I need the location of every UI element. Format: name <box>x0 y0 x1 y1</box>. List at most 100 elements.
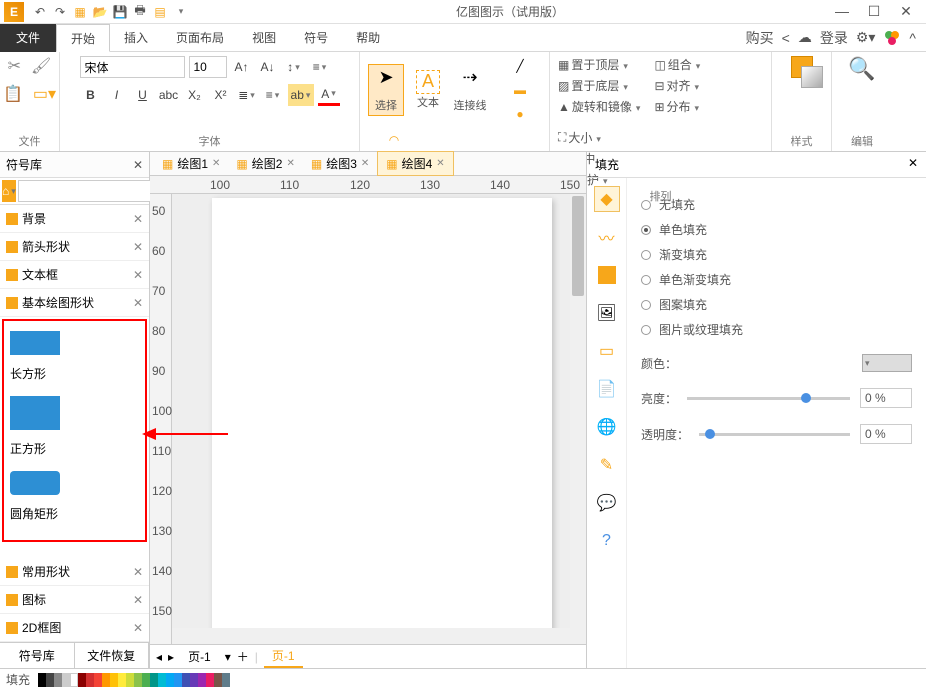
redo-icon[interactable]: ↷ <box>52 4 68 20</box>
shape-square[interactable]: 正方形 <box>10 396 139 457</box>
category-basic-shapes[interactable]: 基本绘图形状✕ <box>0 289 149 317</box>
close-button[interactable]: ✕ <box>896 3 916 20</box>
tool-text[interactable]: A文本 <box>410 70 446 110</box>
shapes-home-icon[interactable]: ⌂ <box>2 180 16 202</box>
brightness-slider[interactable] <box>687 397 850 400</box>
menu-help[interactable]: 帮助 <box>342 24 394 52</box>
highlight-icon[interactable]: ab <box>288 84 314 106</box>
page-next-icon[interactable]: ▸ <box>168 650 174 664</box>
color-swatches[interactable] <box>38 673 230 687</box>
vertical-scrollbar[interactable] <box>570 194 586 644</box>
share-icon[interactable]: < <box>782 30 790 46</box>
menu-page-layout[interactable]: 页面布局 <box>162 24 238 52</box>
drawing-page[interactable] <box>212 198 552 644</box>
page-add-icon[interactable]: ＋ <box>237 648 249 665</box>
strike-icon[interactable]: abc <box>158 84 180 106</box>
undo-icon[interactable]: ↶ <box>32 4 48 20</box>
save-icon[interactable]: 💾 <box>112 4 128 20</box>
font-size-input[interactable] <box>189 56 227 78</box>
prop-tab-fill-icon[interactable]: ◆ <box>594 186 620 212</box>
fill-option-none[interactable]: 无填充 <box>641 196 912 213</box>
shape-rounded-rect[interactable]: 圆角矩形 <box>10 471 139 522</box>
paste-icon[interactable]: ▭▾ <box>33 84 56 104</box>
superscript-icon[interactable]: X² <box>210 84 232 106</box>
brush-icon[interactable]: 🖌 <box>31 56 51 76</box>
increase-font-icon[interactable]: A↑ <box>231 56 253 78</box>
rotate-button[interactable]: ▲ 旋转和镜像 <box>558 98 640 115</box>
prop-tab-hyperlink-icon[interactable]: 🌐 <box>594 414 620 440</box>
doc-tab-4[interactable]: ▦绘图4✕ <box>377 151 453 176</box>
theme-icon[interactable] <box>883 29 901 47</box>
color-picker[interactable] <box>862 354 912 372</box>
subscript-icon[interactable]: X₂ <box>184 84 206 106</box>
clear-format-icon[interactable]: ≡ <box>309 56 331 78</box>
category-common[interactable]: 常用形状✕ <box>0 558 149 586</box>
ellipse-tool-icon[interactable]: ● <box>510 104 530 124</box>
bold-icon[interactable]: B <box>80 84 102 106</box>
prop-tab-shadow-icon[interactable] <box>594 262 620 288</box>
fill-option-gradient[interactable]: 渐变填充 <box>641 246 912 263</box>
decrease-font-icon[interactable]: A↓ <box>257 56 279 78</box>
bring-front-button[interactable]: ▦ 置于顶层 <box>558 56 640 73</box>
open-icon[interactable]: 📂 <box>92 4 108 20</box>
distribute-button[interactable]: ⊞ 分布 <box>654 98 700 115</box>
tool-connector[interactable]: ⇢连接线 <box>452 67 488 113</box>
line-tool-icon[interactable]: ╱ <box>510 56 530 76</box>
maximize-button[interactable]: ☐ <box>864 3 884 20</box>
shapes-panel-close-icon[interactable]: ✕ <box>133 158 143 172</box>
menu-insert[interactable]: 插入 <box>110 24 162 52</box>
font-color-icon[interactable]: A <box>318 84 340 106</box>
bullets-icon[interactable]: ≣ <box>236 84 258 106</box>
page-tab-active[interactable]: 页-1 <box>264 645 303 668</box>
opacity-slider[interactable] <box>699 433 850 436</box>
new-icon[interactable]: ▦ <box>72 4 88 20</box>
category-textbox[interactable]: 文本框✕ <box>0 261 149 289</box>
print-icon[interactable]: 🖶 <box>132 4 148 20</box>
fill-option-solid-gradient[interactable]: 单色渐变填充 <box>641 271 912 288</box>
canvas[interactable] <box>172 194 586 644</box>
shape-rectangle[interactable]: 长方形 <box>10 331 139 382</box>
send-back-button[interactable]: ▨ 置于底层 <box>558 77 640 94</box>
rect-tool-icon[interactable]: ▬ <box>510 80 530 100</box>
category-2d[interactable]: 2D框图✕ <box>0 614 149 642</box>
doc-tab-3[interactable]: ▦绘图3✕ <box>303 152 377 175</box>
align-button[interactable]: ⊟ 对齐 <box>654 77 700 94</box>
size-button[interactable]: ⛶ 大小 <box>558 129 608 146</box>
horizontal-scrollbar[interactable] <box>172 628 570 644</box>
left-tab-library[interactable]: 符号库 <box>0 643 75 668</box>
cut-icon[interactable]: ✂ <box>8 56 21 76</box>
fill-option-solid[interactable]: 单色填充 <box>641 221 912 238</box>
arc-tool-icon[interactable]: ◠ <box>384 130 404 150</box>
fill-option-pattern[interactable]: 图案填充 <box>641 296 912 313</box>
prop-tab-page-icon[interactable]: 📄 <box>594 376 620 402</box>
export-icon[interactable]: ▤ <box>152 4 168 20</box>
fill-option-picture[interactable]: 图片或纹理填充 <box>641 321 912 338</box>
copy-icon[interactable]: 📋 <box>3 84 23 104</box>
tool-select[interactable]: ➤选择 <box>368 64 404 116</box>
category-arrows[interactable]: 箭头形状✕ <box>0 233 149 261</box>
doc-tab-1[interactable]: ▦绘图1✕ <box>154 152 228 175</box>
prop-tab-help-icon[interactable]: ? <box>594 528 620 554</box>
find-icon[interactable]: 🔍 <box>848 56 875 82</box>
category-background[interactable]: 背景✕ <box>0 205 149 233</box>
align-icon[interactable]: ≡ <box>262 84 284 106</box>
menu-start[interactable]: 开始 <box>56 24 110 52</box>
prop-tab-layer-icon[interactable]: ▭ <box>594 338 620 364</box>
collapse-ribbon-icon[interactable]: ^ <box>909 30 916 46</box>
menu-symbols[interactable]: 符号 <box>290 24 342 52</box>
buy-link[interactable]: 购买 <box>746 28 774 48</box>
prop-tab-line-icon[interactable]: 〰 <box>594 224 620 250</box>
login-link[interactable]: 登录 <box>820 28 848 48</box>
file-menu[interactable]: 文件 <box>0 24 56 52</box>
prop-tab-comment-icon[interactable]: 💬 <box>594 490 620 516</box>
doc-tab-2[interactable]: ▦绘图2✕ <box>228 152 302 175</box>
brightness-value[interactable]: 0 % <box>860 388 912 408</box>
minimize-button[interactable]: — <box>832 3 852 20</box>
opacity-value[interactable]: 0 % <box>860 424 912 444</box>
page-prev-icon[interactable]: ◂ <box>156 650 162 664</box>
font-name-input[interactable] <box>80 56 185 78</box>
line-spacing-icon[interactable]: ↕ <box>283 56 305 78</box>
prop-tab-note-icon[interactable]: ✎ <box>594 452 620 478</box>
underline-icon[interactable]: U <box>132 84 154 106</box>
page-tab-1[interactable]: 页-1 <box>180 646 219 667</box>
